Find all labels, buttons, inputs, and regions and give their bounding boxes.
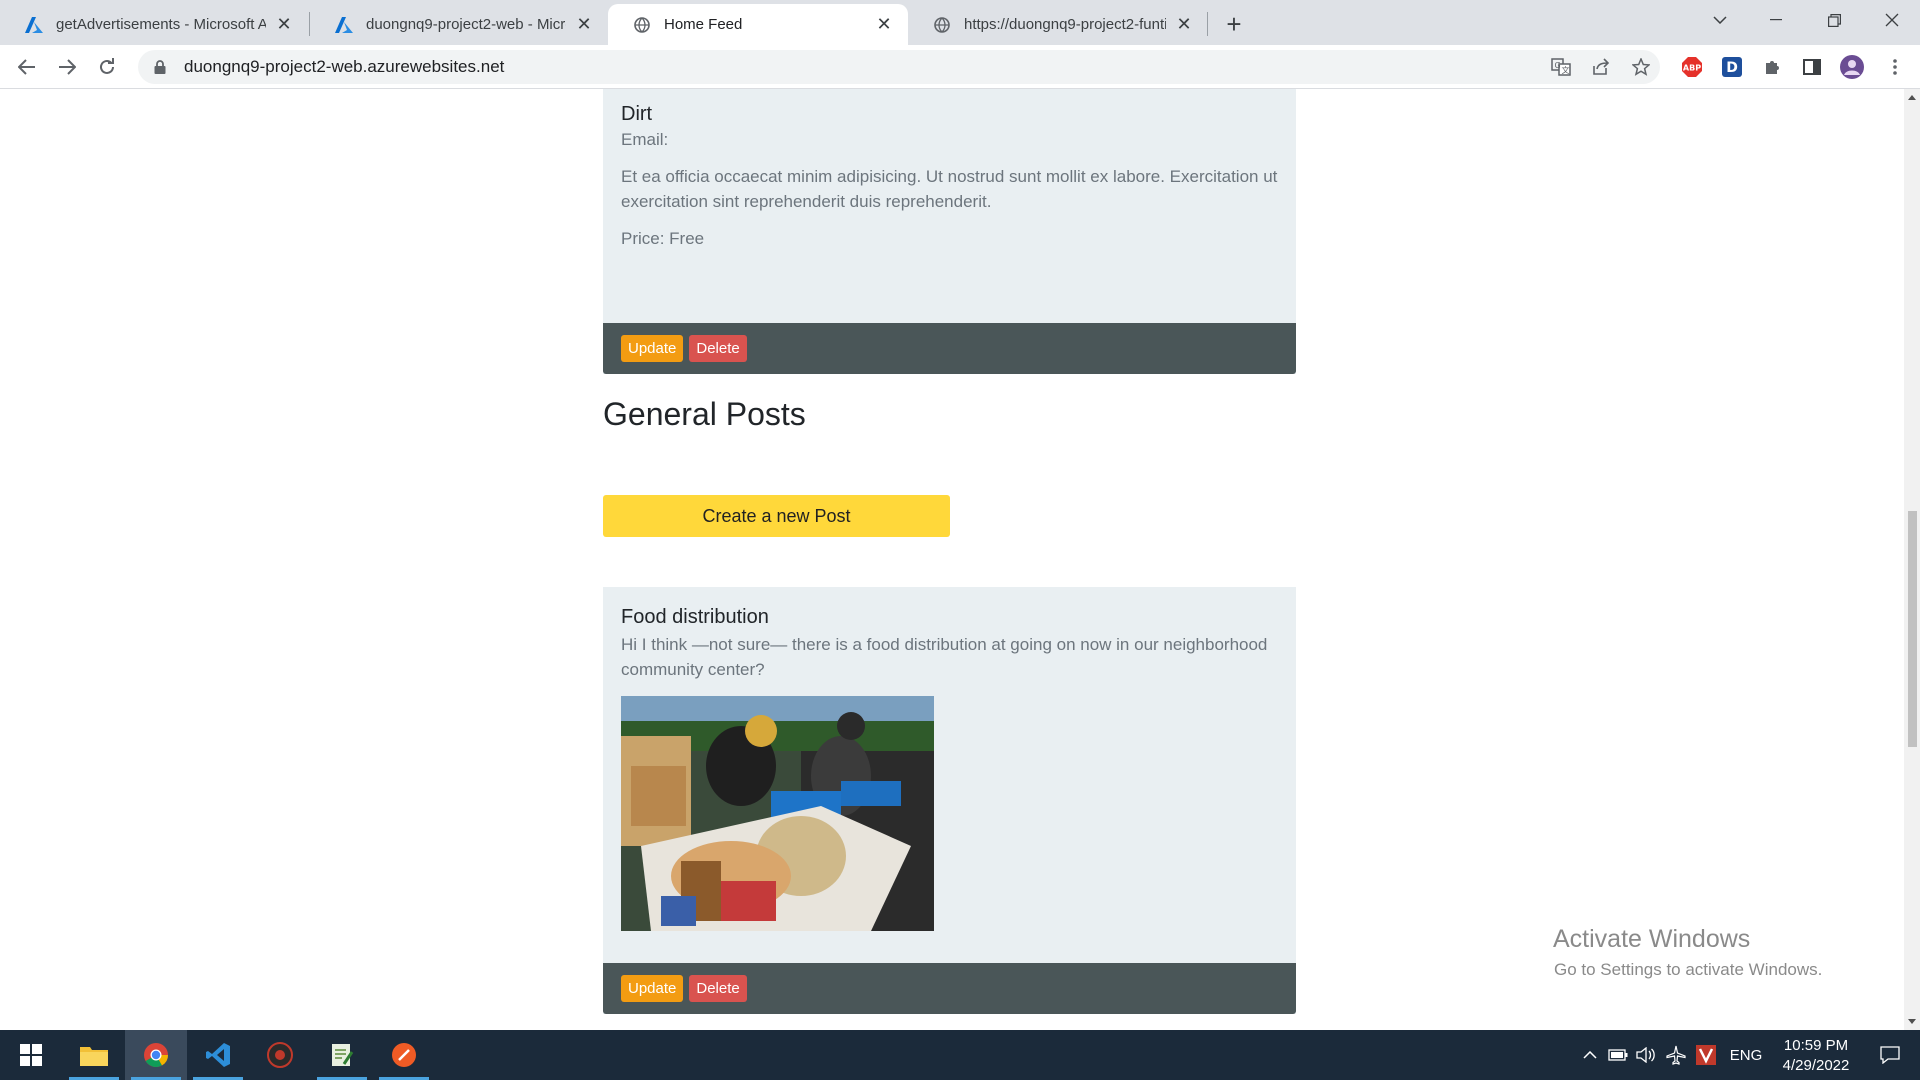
scroll-up-arrow-icon[interactable] [1908,95,1916,100]
svg-text:文: 文 [1562,65,1570,75]
battery-icon[interactable] [1606,1030,1630,1080]
notification-center-icon[interactable] [1866,1030,1914,1080]
close-tab-icon[interactable]: ✕ [274,14,294,35]
abp-icon[interactable]: ABP [1680,55,1704,79]
chrome-icon[interactable] [125,1030,187,1080]
windows-taskbar: ENG 10:59 PM 4/29/2022 [0,1030,1920,1080]
scroll-down-arrow-icon[interactable] [1908,1019,1916,1024]
tab-functions-url[interactable]: https://duongnq9-project2-funtions.azure… [908,4,1208,45]
tab-title: duongnq9-project2-web - Microsoft Azure [366,16,566,33]
tab-title: Home Feed [664,16,743,33]
advertisement-card: Dirt Email: Et ea officia occaecat minim… [603,89,1296,374]
section-title: General Posts [603,396,806,432]
bookmark-star-icon[interactable] [1625,51,1657,83]
postman-icon[interactable] [373,1030,435,1080]
post-title: Food distribution [621,606,769,628]
tab-strip: getAdvertisements - Microsoft Azure ✕ du… [0,0,1920,45]
delete-button[interactable]: Delete [689,335,747,362]
page-scrollbar[interactable] [1904,89,1920,1030]
tab-project2-web[interactable]: duongnq9-project2-web - Microsoft Azure … [310,4,608,45]
tab-home-feed[interactable]: Home Feed ✕ [608,4,908,45]
delete-button[interactable]: Delete [689,975,747,1002]
ad-title: Dirt [621,103,653,125]
update-button[interactable]: Update [621,975,684,1002]
globe-icon [632,15,652,35]
airplane-mode-icon[interactable] [1664,1030,1688,1080]
vscode-icon[interactable] [187,1030,249,1080]
share-icon[interactable] [1585,51,1617,83]
sidepanel-icon[interactable] [1800,55,1824,79]
reload-button[interactable] [91,51,123,83]
post-card-footer: Update Delete [603,963,1296,1014]
svg-text:D: D [1726,60,1738,76]
malware-tool-icon[interactable] [249,1030,311,1080]
address-bar[interactable]: duongnq9-project2-web.azurewebsites.net [138,50,1660,84]
globe-icon [932,15,952,35]
url-text: duongnq9-project2-web.azurewebsites.net [184,57,505,76]
post-image [621,696,934,931]
browser-toolbar: duongnq9-project2-web.azurewebsites.net … [0,45,1920,89]
restore-button[interactable] [1806,0,1862,40]
scrollbar-thumb[interactable] [1908,511,1917,747]
tab-search-chevron-icon[interactable] [1692,0,1748,40]
file-explorer-icon[interactable] [63,1030,125,1080]
minimize-button[interactable] [1748,0,1804,40]
clock-time: 10:59 PM [1783,1037,1849,1054]
tab-title: getAdvertisements - Microsoft Azure [56,16,266,33]
d-extension-icon[interactable]: D [1720,55,1744,79]
activate-windows-title: Activate Windows [1553,925,1751,953]
tab-title: https://duongnq9-project2-funtions.azure… [964,16,1166,33]
start-button[interactable] [0,1030,62,1080]
translate-icon[interactable]: G文 [1545,51,1577,83]
clock-date: 4/29/2022 [1782,1057,1850,1074]
close-window-button[interactable] [1864,0,1920,40]
ad-email-label: Email: [621,130,669,149]
close-tab-icon[interactable]: ✕ [1174,14,1194,35]
post-text: Hi I think —not sure— there is a food di… [621,635,1268,679]
notepad-app-icon[interactable] [311,1030,373,1080]
page-viewport: Dirt Email: Et ea officia occaecat minim… [0,89,1904,1030]
ad-card-footer: Update Delete [603,323,1296,374]
tab-separator [1207,12,1208,36]
volume-icon[interactable] [1634,1030,1658,1080]
forward-button[interactable] [51,51,83,83]
puzzle-icon[interactable] [1760,55,1784,79]
svg-text:ABP: ABP [1683,64,1701,73]
tab-get-advertisements[interactable]: getAdvertisements - Microsoft Azure ✕ [0,4,308,45]
more-menu-icon[interactable] [1879,51,1911,83]
back-button[interactable] [11,51,43,83]
svg-text:G: G [1555,61,1561,70]
post-card: Food distribution Hi I think —not sure— … [603,587,1296,1014]
new-tab-button[interactable]: + [1218,8,1250,40]
close-tab-icon[interactable]: ✕ [574,14,594,35]
ad-description: Et ea officia occaecat minim adipisicing… [621,167,1278,211]
tray-chevron-up-icon[interactable] [1578,1030,1602,1080]
update-button[interactable]: Update [621,335,684,362]
vpn-app-icon[interactable] [1694,1030,1718,1080]
lock-icon[interactable] [152,59,168,75]
language-indicator[interactable]: ENG [1724,1030,1768,1080]
activate-windows-subtitle: Go to Settings to activate Windows. [1554,960,1823,979]
profile-avatar[interactable] [1840,55,1864,79]
azure-icon [334,15,354,35]
ad-price: Price: Free [621,229,705,248]
create-post-button[interactable]: Create a new Post [603,495,950,537]
close-tab-icon[interactable]: ✕ [874,14,894,35]
azure-icon [24,15,44,35]
taskbar-clock[interactable]: 10:59 PM 4/29/2022 [1770,1036,1862,1076]
